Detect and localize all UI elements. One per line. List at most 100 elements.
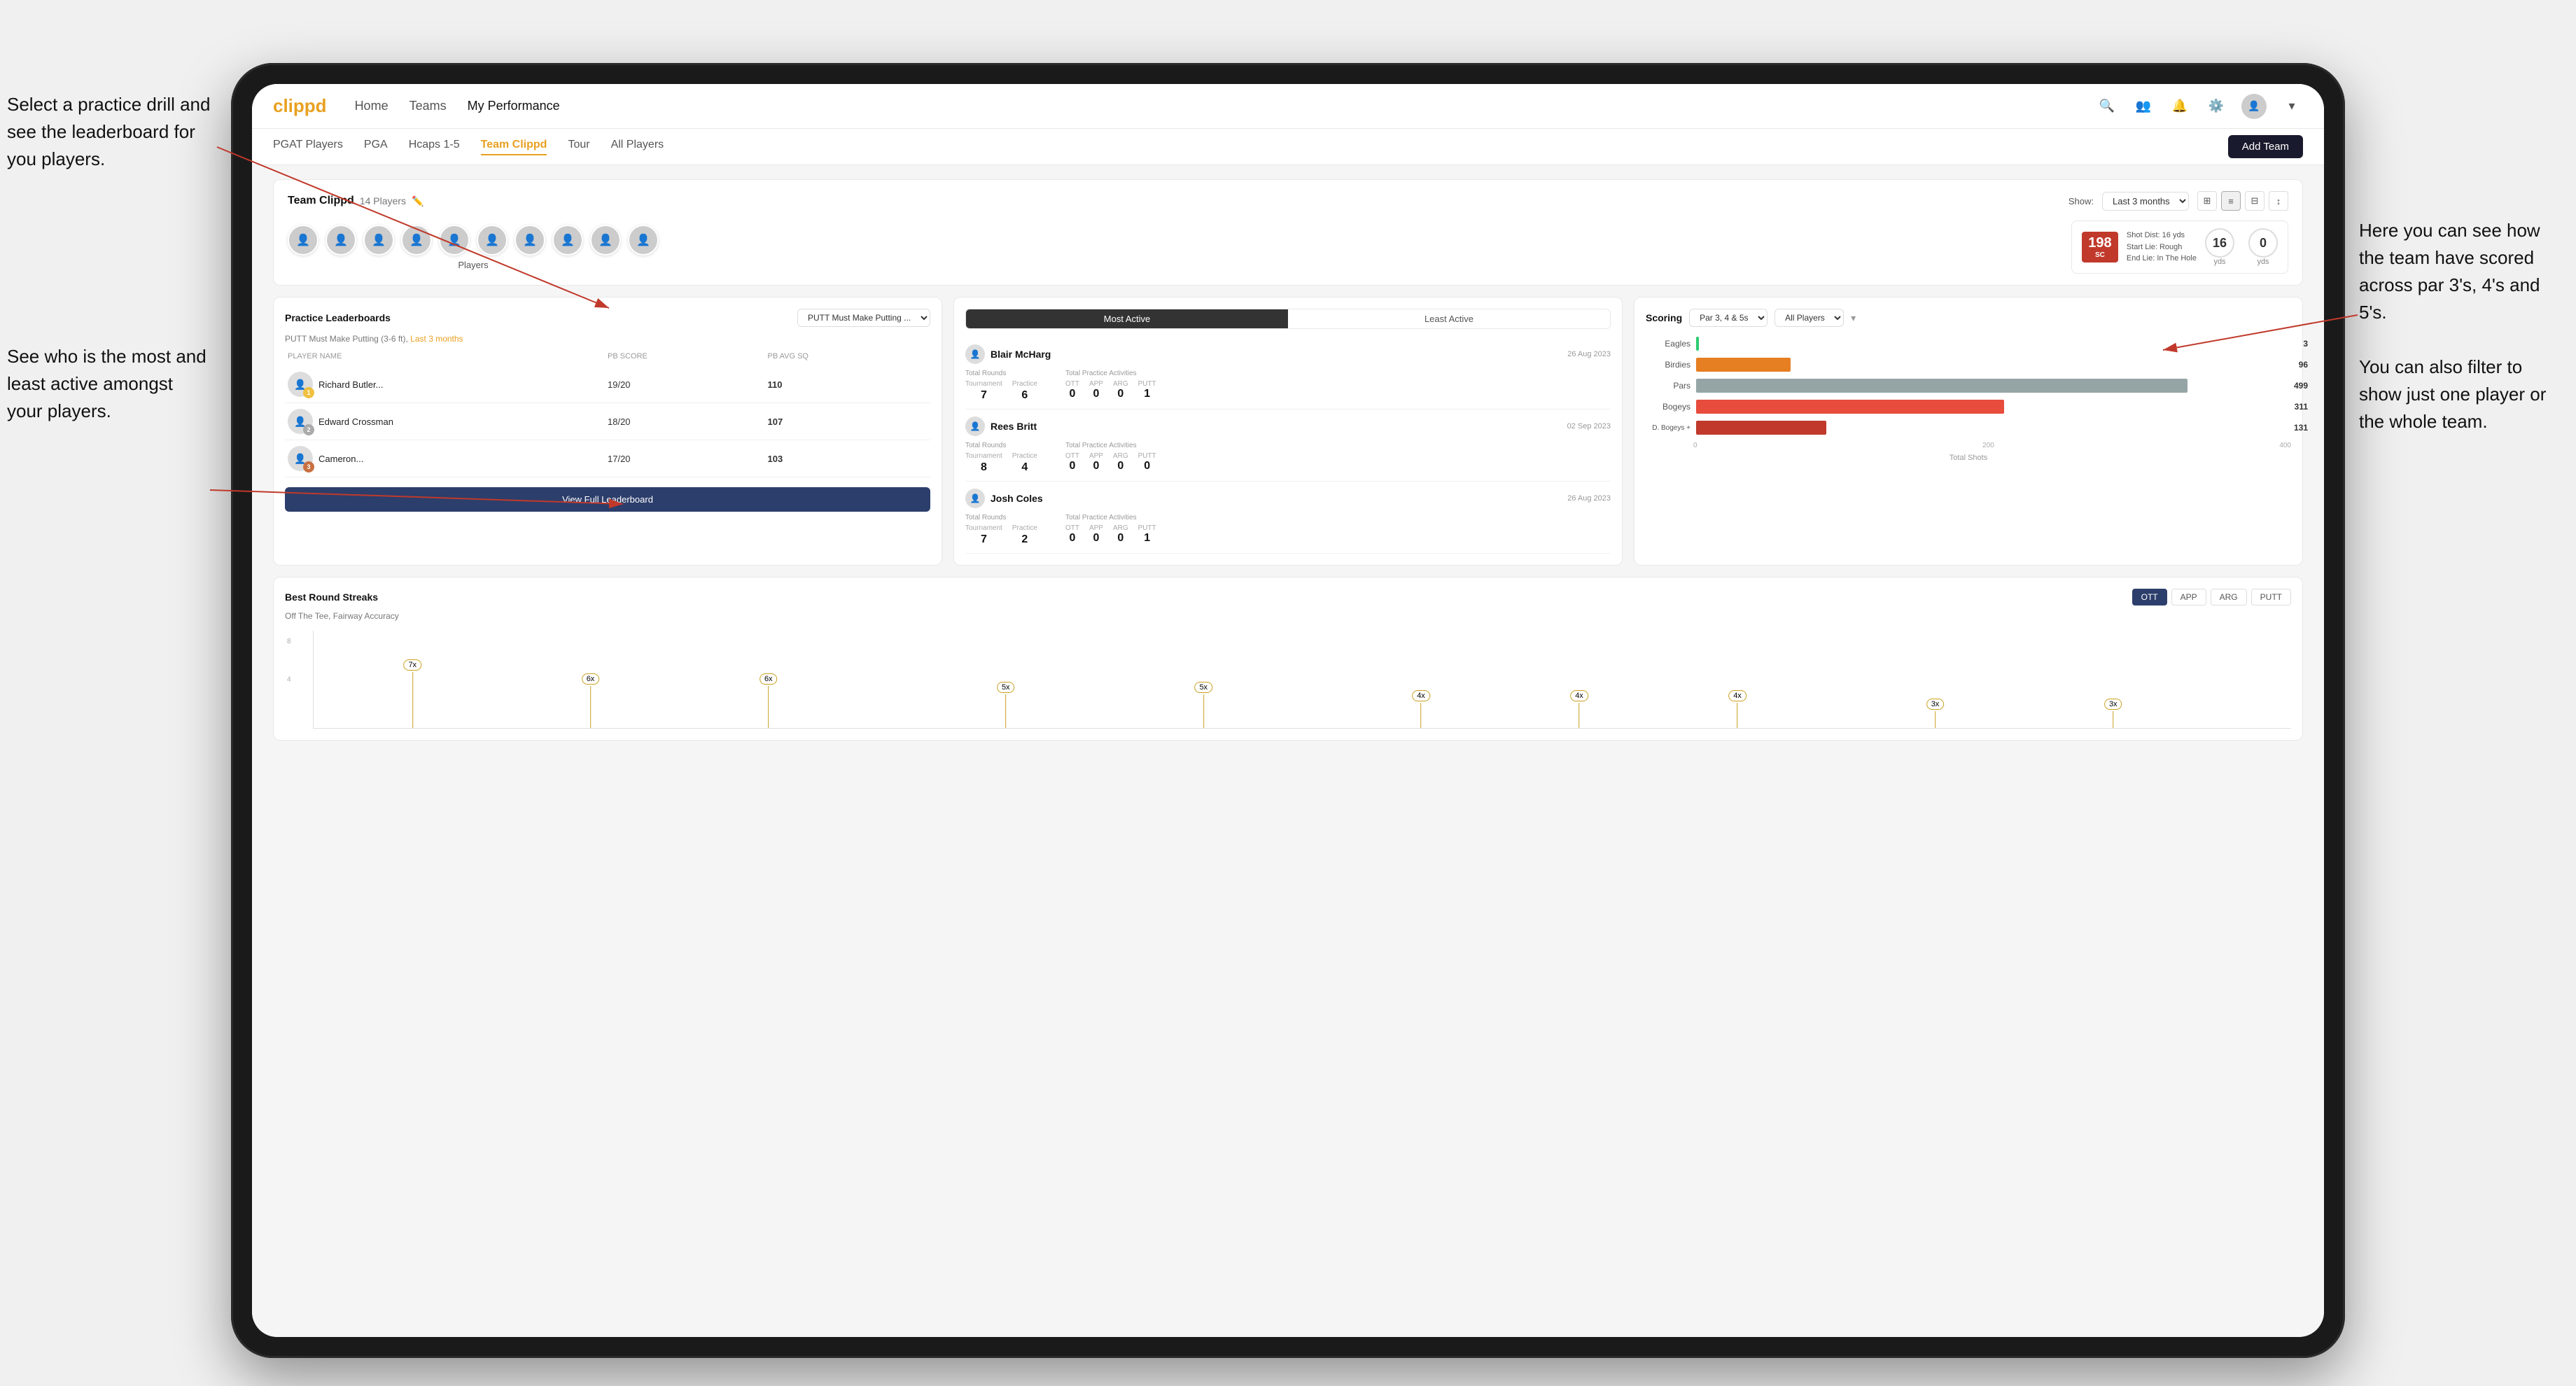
nav-items: Home Teams My Performance	[355, 99, 2068, 113]
pa-header-2: 👤 Rees Britt 02 Sep 2023	[965, 416, 1611, 436]
player-avatar-4[interactable]: 👤	[401, 225, 432, 255]
leaderboard-card-header: Practice Leaderboards PUTT Must Make Put…	[285, 309, 930, 327]
par-filter-select[interactable]: Par 3, 4 & 5s	[1689, 309, 1768, 327]
chart-axis: 0200400	[1646, 442, 2291, 449]
streak-point-5: 5x	[1194, 682, 1212, 728]
tablet-frame: clippd Home Teams My Performance 🔍 👥 🔔 ⚙…	[231, 63, 2345, 1358]
nav-home[interactable]: Home	[355, 99, 388, 113]
scoring-title: Scoring	[1646, 312, 1682, 323]
view-full-leaderboard-button[interactable]: View Full Leaderboard	[285, 487, 930, 512]
player-avatar-1[interactable]: 👤	[288, 225, 318, 255]
shot-card: 198 SC Shot Dist: 16 yds Start Lie: Roug…	[2071, 220, 2288, 274]
annotation-bottom-left: See who is the most and least active amo…	[7, 343, 210, 425]
least-active-tab[interactable]: Least Active	[1288, 309, 1610, 328]
team-title: Team Clippd 14 Players ✏️	[288, 195, 424, 207]
streak-point-6: 4x	[1412, 690, 1430, 728]
subnav-team-clippd[interactable]: Team Clippd	[481, 139, 547, 155]
player-activity-3: 👤 Josh Coles 26 Aug 2023 Total Rounds To…	[965, 482, 1611, 554]
pa-stats-row-3: Total Rounds Tournament 7 Practice 2	[965, 514, 1611, 546]
lb-player-row-3: 👤 3 Cameron... 17/20 103	[285, 440, 930, 477]
players-avatars: 👤 👤 👤 👤 👤 👤 👤 👤 👤 👤	[288, 225, 659, 255]
nav-bar: clippd Home Teams My Performance 🔍 👥 🔔 ⚙…	[252, 84, 2324, 129]
streaks-card: Best Round Streaks OTT APP ARG PUTT Off …	[273, 577, 2303, 741]
shot-info: Shot Dist: 16 yds Start Lie: Rough End L…	[2127, 230, 2197, 265]
drill-select[interactable]: PUTT Must Make Putting ...	[797, 309, 930, 327]
bell-icon[interactable]: 🔔	[2169, 95, 2191, 118]
shot-yds: 16 yds 0 yds	[2205, 228, 2278, 266]
putt-filter-button[interactable]: PUTT	[2251, 589, 2291, 606]
edit-icon[interactable]: ✏️	[412, 195, 424, 207]
middle-grid: Practice Leaderboards PUTT Must Make Put…	[273, 297, 2303, 566]
user-avatar[interactable]: 👤	[2241, 94, 2267, 119]
leaderboard-header-row: PLAYER NAME PB SCORE PB AVG SQ	[285, 352, 930, 360]
bar-double-bogeys: D. Bogeys + 131	[1648, 421, 2288, 435]
settings-icon[interactable]: ⚙️	[2205, 95, 2227, 118]
people-icon[interactable]: 👥	[2132, 95, 2155, 118]
search-icon[interactable]: 🔍	[2096, 95, 2118, 118]
logo: clippd	[273, 95, 327, 117]
streaks-header: Best Round Streaks OTT APP ARG PUTT	[285, 589, 2291, 606]
players-label: Players	[288, 260, 659, 270]
player-avatar-9[interactable]: 👤	[590, 225, 621, 255]
active-tabs: Most Active Least Active	[965, 309, 1611, 329]
subnav-hcaps[interactable]: Hcaps 1-5	[409, 139, 460, 155]
rank-badge-gold: 1	[303, 387, 314, 398]
list-view-button[interactable]: ≡	[2221, 191, 2241, 211]
table-view-button[interactable]: ⊟	[2245, 191, 2264, 211]
player-avatar-6[interactable]: 👤	[477, 225, 507, 255]
players-filter-select[interactable]: All Players	[1774, 309, 1844, 327]
lb-avatar-3: 👤 3	[288, 446, 313, 471]
player-avatar-7[interactable]: 👤	[514, 225, 545, 255]
nav-performance[interactable]: My Performance	[468, 99, 560, 113]
streak-point-7: 4x	[1570, 690, 1588, 728]
pa-avatar-3: 👤	[965, 489, 985, 508]
lb-avatar-2: 👤 2	[288, 409, 313, 434]
player-avatar-3[interactable]: 👤	[363, 225, 394, 255]
subnav-pgat[interactable]: PGAT Players	[273, 139, 343, 155]
scoring-header: Scoring Par 3, 4 & 5s All Players ▾	[1646, 309, 2291, 327]
drill-subtitle: PUTT Must Make Putting (3-6 ft), Last 3 …	[285, 334, 930, 344]
bar-pars: Pars 499	[1648, 379, 2288, 393]
yds-left: 16	[2205, 228, 2234, 258]
player-avatar-8[interactable]: 👤	[552, 225, 583, 255]
streak-point-3: 6x	[760, 673, 778, 728]
player-avatar-5[interactable]: 👤	[439, 225, 470, 255]
app-filter-button[interactable]: APP	[2171, 589, 2206, 606]
subnav-all-players[interactable]: All Players	[611, 139, 664, 155]
most-active-tab[interactable]: Most Active	[966, 309, 1288, 328]
pa-name-2: 👤 Rees Britt	[965, 416, 1037, 436]
sort-button[interactable]: ↕	[2269, 191, 2288, 211]
player-avatar-2[interactable]: 👤	[326, 225, 356, 255]
nav-teams[interactable]: Teams	[410, 99, 447, 113]
show-select[interactable]: Last 3 months	[2102, 192, 2189, 211]
lb-player-info-1: 👤 1 Richard Butler...	[288, 372, 608, 397]
streak-point-10: 3x	[2104, 699, 2122, 728]
sub-nav-items: PGAT Players PGA Hcaps 1-5 Team Clippd T…	[273, 139, 664, 155]
subnav-tour[interactable]: Tour	[568, 139, 589, 155]
streak-point-9: 3x	[1926, 699, 1945, 728]
streaks-filters: OTT APP ARG PUTT	[2132, 589, 2291, 606]
pa-header-1: 👤 Blair McHarg 26 Aug 2023	[965, 344, 1611, 364]
nav-icons: 🔍 👥 🔔 ⚙️ 👤 ▾	[2096, 94, 2303, 119]
player-avatar-10[interactable]: 👤	[628, 225, 659, 255]
streak-point-4: 5x	[997, 682, 1015, 728]
lb-player-info-3: 👤 3 Cameron...	[288, 446, 608, 471]
pa-header-3: 👤 Josh Coles 26 Aug 2023	[965, 489, 1611, 508]
grid-view-button[interactable]: ⊞	[2197, 191, 2217, 211]
chevron-down-icon[interactable]: ▾	[2281, 95, 2303, 118]
view-icons: ⊞ ≡ ⊟ ↕	[2197, 191, 2288, 211]
bar-bogeys: Bogeys 311	[1648, 400, 2288, 414]
chevron-down-icon[interactable]: ▾	[1851, 312, 1856, 324]
ott-filter-button[interactable]: OTT	[2132, 589, 2167, 606]
pa-name-3: 👤 Josh Coles	[965, 489, 1043, 508]
arg-filter-button[interactable]: ARG	[2211, 589, 2247, 606]
chart-footer: Total Shots	[1646, 454, 2291, 462]
tablet-screen: clippd Home Teams My Performance 🔍 👥 🔔 ⚙…	[252, 84, 2324, 1337]
subnav-pga[interactable]: PGA	[364, 139, 388, 155]
streaks-subtitle: Off The Tee, Fairway Accuracy	[285, 611, 2291, 621]
add-team-button[interactable]: Add Team	[2228, 135, 2303, 158]
rank-badge-silver: 2	[303, 424, 314, 435]
streak-point-1: 7x	[403, 659, 421, 728]
sub-nav: PGAT Players PGA Hcaps 1-5 Team Clippd T…	[252, 129, 2324, 165]
lb-avatar-1: 👤 1	[288, 372, 313, 397]
